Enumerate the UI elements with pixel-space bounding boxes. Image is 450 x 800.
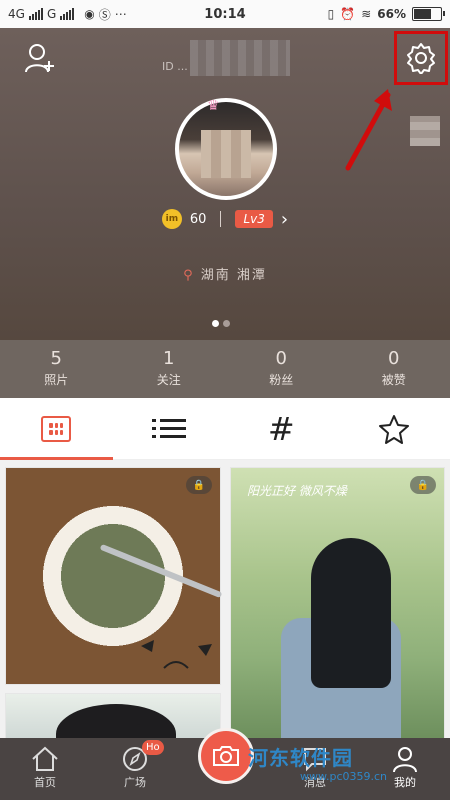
tab-grid[interactable]: [0, 398, 113, 460]
location-text: 湖南 湘潭: [200, 268, 267, 283]
watermark-url: www.pc0359.cn: [300, 770, 388, 783]
grid-icon: [41, 415, 72, 442]
camera-button[interactable]: [198, 728, 254, 784]
red-arrow-annotation: [345, 89, 392, 171]
stat-label: 关注: [156, 373, 181, 387]
cartoon-face-sticker: [141, 640, 212, 669]
page-dot-1: [212, 320, 219, 327]
location: ⚲ 湖南 湘潭: [0, 264, 450, 283]
crown-icon: ♛: [207, 98, 220, 114]
user-id-label: ID ...: [162, 60, 188, 73]
stat-fans[interactable]: 0 粉丝: [225, 340, 338, 398]
username-blurred: [190, 40, 290, 76]
stat-label: 粉丝: [269, 373, 294, 387]
profile-header: ID ... ♛ im 60 Lv3 › ⚲ 湖南 湘潭: [0, 28, 450, 340]
blurred-thumbnail: [410, 116, 440, 146]
user-icon: [393, 747, 417, 773]
level-row[interactable]: im 60 Lv3 ›: [0, 208, 450, 230]
list-icon: [151, 418, 186, 438]
watermark-title: 河东软件园: [248, 746, 353, 770]
stat-photos[interactable]: 5 照片: [0, 340, 113, 398]
tab-list[interactable]: [113, 398, 226, 459]
lock-icon: 🔒: [186, 476, 212, 494]
stat-count: 0: [275, 348, 287, 369]
star-icon: [378, 414, 409, 444]
portrait-hair: [56, 704, 176, 739]
nav-square-label: 广场: [124, 776, 146, 789]
camera-icon: [213, 746, 239, 766]
battery-icon: [412, 7, 445, 21]
photo-caption: 阳光正好 微风不燥: [247, 484, 347, 498]
nav-mine[interactable]: 我的: [360, 738, 450, 800]
avatar[interactable]: [175, 98, 277, 200]
status-bar: 4G G ◉ Ⓢ ⋯ 10:14 ▯ ⏰ ≋ 66%: [0, 0, 450, 28]
stat-likes[interactable]: 0 被赞: [338, 340, 450, 398]
chevron-right-icon: ›: [280, 208, 289, 230]
nav-square[interactable]: 广场: [90, 738, 180, 800]
lock-icon: 🔒: [410, 476, 436, 494]
photo-grid: 🔒 阳光正好 微风不燥 🔒: [0, 460, 450, 741]
page-dot-2: [223, 320, 230, 327]
page-indicator: [212, 320, 230, 327]
photo-portrait[interactable]: [5, 693, 221, 740]
location-icon: ⚲: [183, 268, 195, 283]
stat-count: 1: [163, 348, 175, 369]
hot-badge: Ho: [142, 740, 164, 755]
settings-highlight-box: [394, 31, 448, 85]
tab-favorites[interactable]: [338, 398, 450, 459]
stat-following[interactable]: 1 关注: [113, 340, 226, 398]
photo-girl-outdoor[interactable]: 阳光正好 微风不燥 🔒: [230, 467, 445, 741]
figure-hair: [311, 538, 391, 688]
divider: [220, 211, 222, 227]
stat-count: 5: [50, 348, 62, 369]
gear-icon[interactable]: [405, 42, 437, 74]
tab-hashtag[interactable]: #: [225, 398, 338, 459]
stat-count: 0: [388, 348, 400, 369]
coin-count: 60: [189, 211, 207, 227]
clock: 10:14: [204, 6, 246, 22]
spoon-image: [99, 543, 223, 599]
coin-icon: im: [161, 209, 182, 229]
stat-label: 被赞: [381, 373, 406, 387]
home-icon: [32, 746, 58, 771]
stat-label: 照片: [44, 373, 69, 387]
stats-bar: 5 照片 1 关注 0 粉丝 0 被赞: [0, 340, 450, 398]
level-badge: Lv3: [235, 210, 273, 228]
nav-home[interactable]: 首页: [0, 738, 90, 800]
add-user-icon[interactable]: [24, 42, 56, 74]
photo-soup[interactable]: 🔒: [5, 467, 223, 685]
view-tabs: #: [0, 398, 450, 460]
nav-home-label: 首页: [34, 776, 56, 789]
hashtag-icon: #: [267, 409, 295, 448]
